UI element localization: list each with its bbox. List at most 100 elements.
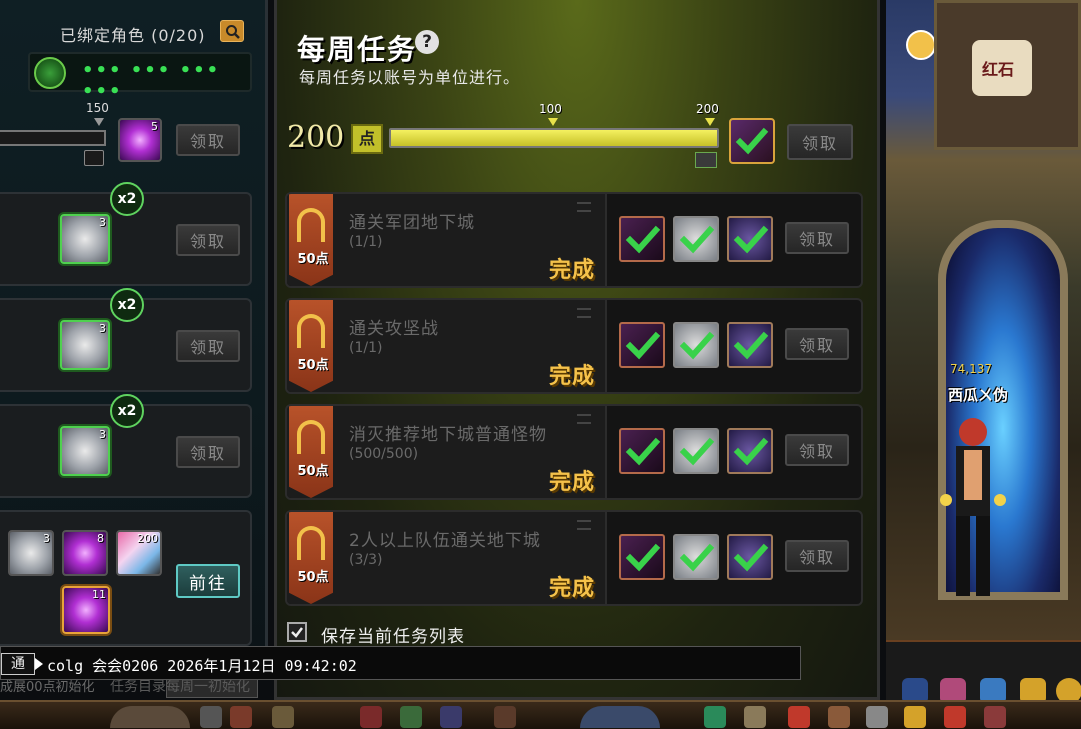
help-icon[interactable]: ? bbox=[415, 30, 439, 54]
claim-button[interactable]: 领取 bbox=[176, 124, 240, 156]
menu-icon[interactable] bbox=[788, 706, 810, 728]
arch-icon bbox=[297, 526, 325, 560]
task-row: 50点 2人以上队伍通关地下城 (3/3) 完成 领取 bbox=[285, 510, 863, 606]
arch-icon bbox=[297, 208, 325, 242]
task-reward-item[interactable] bbox=[727, 216, 773, 262]
task-claim-button[interactable]: 领取 bbox=[785, 540, 849, 572]
task-progress: (500/500) bbox=[349, 446, 419, 462]
task-reward-item[interactable] bbox=[673, 322, 719, 368]
menu-icon[interactable] bbox=[944, 706, 966, 728]
task-reward-item[interactable] bbox=[619, 428, 665, 474]
task-reward-item[interactable] bbox=[727, 534, 773, 580]
task-row: 50点 通关攻坚战 (1/1) 完成 领取 bbox=[285, 298, 863, 394]
menu-icon[interactable] bbox=[828, 706, 850, 728]
buff-icon[interactable] bbox=[906, 30, 936, 60]
progress-mark-pointer bbox=[705, 118, 715, 126]
skill-slot[interactable] bbox=[400, 706, 422, 728]
arch-icon bbox=[297, 314, 325, 348]
check-icon bbox=[733, 437, 769, 466]
check-icon bbox=[625, 225, 661, 254]
task-points: 50点 bbox=[297, 570, 329, 585]
weekly-reward-item[interactable] bbox=[729, 118, 775, 164]
task-points: 50点 bbox=[297, 464, 329, 479]
menu-icon bbox=[577, 308, 591, 318]
task-name: 通关攻坚战 bbox=[349, 319, 439, 339]
task-claim-button[interactable]: 领取 bbox=[785, 328, 849, 360]
task-row: 50点 通关军团地下城 (1/1) 完成 领取 bbox=[285, 192, 863, 288]
reward-orb-item[interactable]: 5 bbox=[118, 118, 162, 162]
skill-slot[interactable] bbox=[272, 706, 294, 728]
go-button[interactable]: 前往 bbox=[176, 564, 240, 598]
chat-arrow-icon bbox=[35, 658, 43, 670]
weekly-progress-bar bbox=[389, 128, 719, 148]
points-value: 200 bbox=[287, 120, 345, 155]
claim-button[interactable]: 领取 bbox=[176, 436, 240, 468]
task-progress: (1/1) bbox=[349, 234, 383, 250]
reward-gear-item[interactable]: 3 bbox=[60, 320, 110, 370]
task-reward-item[interactable] bbox=[619, 534, 665, 580]
multiplier-badge: x2 bbox=[110, 182, 144, 216]
reward-crystal-item[interactable]: 200 bbox=[116, 530, 162, 576]
claim-button[interactable]: 领取 bbox=[176, 330, 240, 362]
reward-orb-item[interactable]: 11 bbox=[62, 586, 110, 634]
task-info: 50点 通关攻坚战 (1/1) 完成 bbox=[287, 300, 607, 392]
menu-icon[interactable] bbox=[904, 706, 926, 728]
multiplier-badge: x2 bbox=[110, 394, 144, 428]
bottom-skill-bar bbox=[0, 700, 1081, 729]
save-label: 保存当前任务列表 bbox=[321, 627, 465, 647]
check-icon bbox=[733, 331, 769, 360]
check-icon bbox=[679, 225, 715, 254]
weekly-claim-button[interactable]: 领取 bbox=[787, 124, 853, 160]
task-reward-item[interactable] bbox=[673, 534, 719, 580]
claim-button[interactable]: 领取 bbox=[176, 224, 240, 256]
reward-gear-item[interactable]: 3 bbox=[60, 214, 110, 264]
reward-gear-item[interactable]: 3 bbox=[8, 530, 54, 576]
task-claim-button[interactable]: 领取 bbox=[785, 434, 849, 466]
chat-line[interactable]: 通 colg 会会0206 2026年1月12日 09:42:02 bbox=[0, 646, 801, 680]
check-icon bbox=[625, 543, 661, 572]
task-reward-item[interactable] bbox=[673, 428, 719, 474]
save-checkbox[interactable] bbox=[287, 622, 307, 642]
chat-message: colg 会会0206 2026年1月12日 09:42:02 bbox=[47, 657, 357, 675]
task-points: 50点 bbox=[297, 358, 329, 373]
hp-orb bbox=[110, 706, 190, 728]
map-label: 红石 bbox=[972, 40, 1032, 96]
item-count: 3 bbox=[43, 532, 50, 545]
task-reward-item[interactable] bbox=[619, 216, 665, 262]
left-progress-bar bbox=[0, 130, 106, 146]
search-button[interactable] bbox=[220, 20, 244, 42]
energy-bar: ••• ••• ••• ••• bbox=[28, 52, 252, 102]
skill-slot[interactable] bbox=[494, 706, 516, 728]
skill-slot[interactable] bbox=[360, 706, 382, 728]
check-icon bbox=[733, 543, 769, 572]
arch-icon bbox=[297, 420, 325, 454]
task-reward-item[interactable] bbox=[619, 322, 665, 368]
menu-icon bbox=[577, 520, 591, 530]
left-panel: 已绑定角色 (0/20) ••• ••• ••• ••• 150 5 领取 x2… bbox=[0, 0, 268, 650]
reward-row: x2 3 领取 bbox=[0, 288, 252, 392]
task-claim-button[interactable]: 领取 bbox=[785, 222, 849, 254]
menu-icon bbox=[577, 202, 591, 212]
skill-slot[interactable] bbox=[440, 706, 462, 728]
character-level: 74,137 bbox=[950, 362, 992, 376]
bar-mark-150: 150 bbox=[86, 101, 109, 115]
skill-slot[interactable] bbox=[230, 706, 252, 728]
reward-orb-item[interactable]: 8 bbox=[62, 530, 108, 576]
menu-icon[interactable] bbox=[984, 706, 1006, 728]
reward-gear-item[interactable]: 3 bbox=[60, 426, 110, 476]
character-sprite[interactable] bbox=[938, 410, 1008, 610]
task-reward-item[interactable] bbox=[673, 216, 719, 262]
reward-row-bundle: 3 8 200 11 前往 bbox=[0, 510, 252, 646]
task-reward-item[interactable] bbox=[727, 428, 773, 474]
check-icon bbox=[625, 437, 661, 466]
menu-icon[interactable] bbox=[744, 706, 766, 728]
task-reward-item[interactable] bbox=[727, 322, 773, 368]
task-info: 50点 消灭推荐地下城普通怪物 (500/500) 完成 bbox=[287, 406, 607, 498]
item-count: 8 bbox=[97, 532, 104, 545]
skill-slot[interactable] bbox=[200, 706, 222, 728]
menu-icon[interactable] bbox=[704, 706, 726, 728]
menu-icon bbox=[577, 414, 591, 424]
task-status: 完成 bbox=[549, 470, 596, 495]
chat-channel-tag[interactable]: 通 bbox=[1, 653, 35, 675]
menu-icon[interactable] bbox=[866, 706, 888, 728]
